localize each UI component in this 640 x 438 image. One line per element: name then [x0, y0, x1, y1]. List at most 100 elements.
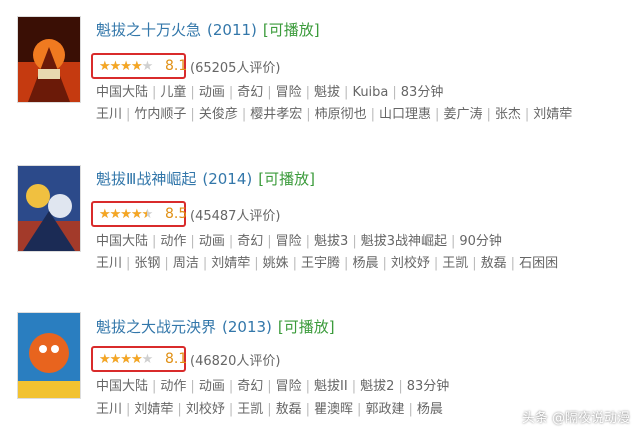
list-item[interactable]: 樱井孝宏 — [250, 107, 302, 122]
separator: | — [408, 402, 413, 417]
movie-tags: 中国大陆 | 动作 | 动画 | 奇幻 | 冒险 | 魁拔II | 魁拔2 | 83分钟 — [96, 378, 449, 396]
separator: | — [435, 107, 440, 122]
list-item[interactable]: 王川 — [96, 256, 122, 271]
playable-link[interactable]: [可播放] — [278, 318, 335, 336]
list-item[interactable]: 中国大陆 — [96, 234, 148, 249]
list-item[interactable]: 魁拔 — [314, 85, 340, 100]
vote-count[interactable]: (65205人评价) — [190, 57, 281, 76]
poster-image — [18, 313, 80, 398]
movie-title-link[interactable]: 魁拔Ⅲ战神崛起 — [96, 170, 196, 188]
list-item[interactable]: 王川 — [96, 402, 122, 417]
list-item[interactable]: 动画 — [199, 85, 225, 100]
separator: | — [351, 379, 357, 394]
list-item[interactable]: 山口理惠 — [379, 107, 431, 122]
movie-poster[interactable] — [17, 312, 81, 399]
separator: | — [228, 402, 234, 417]
watermark: 头条 @隔夜说动漫 — [521, 411, 630, 426]
list-item[interactable]: 刘婧荦 — [211, 256, 250, 271]
list-item[interactable]: 83分钟 — [407, 379, 450, 394]
playable-link[interactable]: [可播放] — [263, 21, 320, 39]
list-item[interactable]: 敖磊 — [276, 402, 302, 417]
star-rating-icon: ★★★★★★★★★★ — [99, 207, 153, 222]
list-item[interactable]: 王川 — [96, 107, 122, 122]
list-item[interactable]: 王凯 — [237, 402, 263, 417]
movie-title-link[interactable]: 魁拔之十万火急 — [96, 21, 201, 39]
playable-link[interactable]: [可播放] — [258, 170, 315, 188]
rating-highlight: ★★★★★ ★★★★★ 8.5 — [91, 201, 187, 227]
separator: | — [524, 107, 530, 122]
list-item[interactable]: 魁拔II — [314, 379, 348, 394]
list-item[interactable]: Kuiba — [352, 85, 388, 100]
movie-poster[interactable] — [17, 165, 81, 252]
list-item[interactable]: 动作 — [160, 234, 186, 249]
separator: | — [472, 256, 477, 271]
list-item[interactable]: 刘校妤 — [186, 402, 225, 417]
list-item[interactable]: 奇幻 — [237, 85, 263, 100]
list-item[interactable]: 王宇腾 — [301, 256, 340, 271]
separator: | — [267, 85, 272, 100]
list-item[interactable]: 姜广涛 — [443, 107, 482, 122]
rating-score: 8.1 — [165, 58, 188, 74]
list-item[interactable]: 关俊彦 — [199, 107, 238, 122]
list-item[interactable]: 中国大陆 — [96, 85, 148, 100]
list-item[interactable]: 柿原彻也 — [315, 107, 367, 122]
list-item[interactable]: 冒险 — [276, 85, 302, 100]
movie-title-link[interactable]: 魁拔之大战元泱界 — [96, 318, 216, 336]
list-item[interactable]: 刘婧荦 — [134, 402, 173, 417]
list-item[interactable]: 奇幻 — [237, 234, 263, 249]
list-item[interactable]: 敖磊 — [481, 256, 507, 271]
list-item[interactable]: 刘婧荦 — [533, 107, 572, 122]
separator: | — [486, 107, 491, 122]
vote-count[interactable]: (45487人评价) — [190, 205, 281, 224]
list-item[interactable]: 石困困 — [519, 256, 558, 271]
separator: | — [228, 234, 234, 249]
list-item[interactable]: 瞿澳晖 — [314, 402, 353, 417]
separator: | — [392, 85, 397, 100]
list-item[interactable]: 周洁 — [173, 256, 199, 271]
separator: | — [450, 234, 456, 249]
list-item[interactable]: 90分钟 — [459, 234, 502, 249]
vote-count[interactable]: (46820人评价) — [190, 350, 281, 369]
movie-poster[interactable] — [17, 16, 81, 103]
movie-year: (2011) — [207, 21, 257, 39]
separator: | — [305, 402, 311, 417]
list-item[interactable]: 冒险 — [276, 234, 302, 249]
list-item[interactable]: 魁拔3 — [314, 234, 348, 249]
movie-tags: 中国大陆 | 儿童 | 动画 | 奇幻 | 冒险 | 魁拔 | Kuiba | 83分钟 — [96, 84, 443, 102]
list-item[interactable]: 魁拔2 — [360, 379, 394, 394]
separator: | — [267, 402, 272, 417]
separator: | — [126, 107, 131, 122]
rating-highlight: ★★★★★★★★★★ 8.1 — [91, 346, 187, 372]
list-item[interactable]: 奇幻 — [237, 379, 263, 394]
list-item[interactable]: 杨晨 — [417, 402, 443, 417]
separator: | — [190, 234, 195, 249]
list-item[interactable]: 郭政建 — [365, 402, 404, 417]
list-item[interactable]: 刘校妤 — [391, 256, 430, 271]
list-item[interactable]: 儿童 — [160, 85, 186, 100]
list-item[interactable]: 魁拔3战神崛起 — [361, 234, 447, 249]
poster-image — [18, 17, 80, 102]
separator: | — [177, 402, 182, 417]
separator: | — [305, 85, 311, 100]
separator: | — [164, 256, 169, 271]
list-item[interactable]: 83分钟 — [401, 85, 444, 100]
list-item[interactable]: 竹内顺子 — [134, 107, 186, 122]
separator: | — [152, 85, 157, 100]
list-item[interactable]: 动作 — [160, 379, 186, 394]
list-item[interactable]: 中国大陆 — [96, 379, 148, 394]
list-item[interactable]: 张钢 — [134, 256, 160, 271]
list-item[interactable]: 杨晨 — [352, 256, 378, 271]
list-item[interactable]: 姚姝 — [263, 256, 289, 271]
separator: | — [306, 107, 311, 122]
list-item[interactable]: 张杰 — [495, 107, 521, 122]
separator: | — [126, 256, 131, 271]
list-item[interactable]: 王凯 — [442, 256, 468, 271]
list-item[interactable]: 动画 — [199, 379, 225, 394]
movie-title-row: 魁拔Ⅲ战神崛起 (2014) [可播放] — [96, 169, 315, 189]
list-item[interactable]: 冒险 — [276, 379, 302, 394]
list-item[interactable]: 动画 — [199, 234, 225, 249]
movie-title-row: 魁拔之大战元泱界 (2013) [可播放] — [96, 317, 335, 337]
separator: | — [510, 256, 516, 271]
separator: | — [254, 256, 259, 271]
separator: | — [398, 379, 403, 394]
